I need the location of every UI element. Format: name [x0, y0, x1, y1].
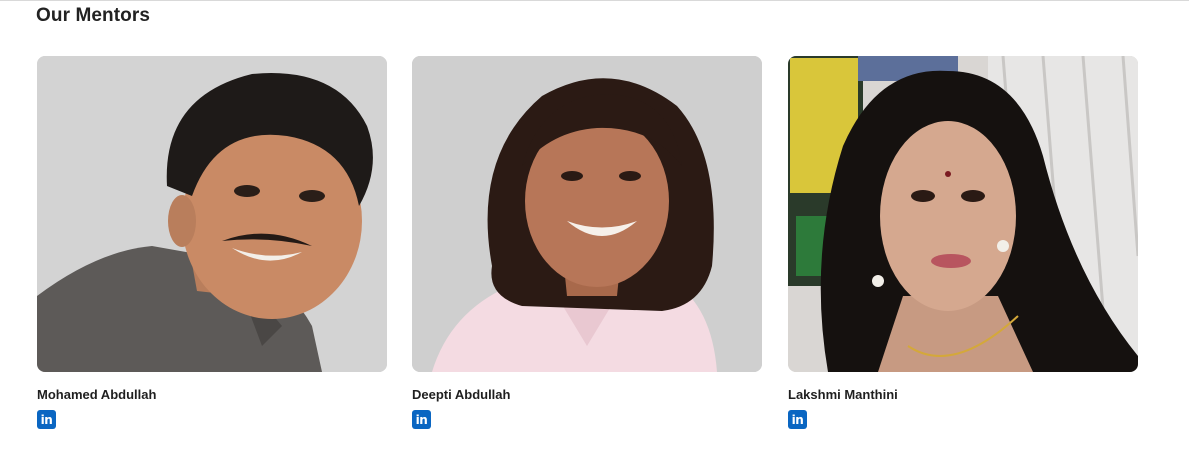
- mentor-photo: [788, 56, 1138, 372]
- mentors-section: Our Mentors Mohamed Abdullah in Deepti A…: [0, 0, 1189, 452]
- mentor-card-mohamed-abdullah: Mohamed Abdullah in: [37, 56, 387, 429]
- linkedin-icon[interactable]: in: [412, 410, 431, 429]
- mentor-name: Deepti Abdullah: [412, 387, 511, 402]
- mentor-photo: [37, 56, 387, 372]
- mentor-card-lakshmi-manthini: Lakshmi Manthini in: [788, 56, 1138, 429]
- mentor-name: Lakshmi Manthini: [788, 387, 898, 402]
- mentor-card-deepti-abdullah: Deepti Abdullah in: [412, 56, 762, 429]
- linkedin-icon[interactable]: in: [37, 410, 56, 429]
- mentor-name: Mohamed Abdullah: [37, 387, 157, 402]
- section-title: Our Mentors: [36, 5, 151, 26]
- linkedin-icon[interactable]: in: [788, 410, 807, 429]
- mentor-photo: [412, 56, 762, 372]
